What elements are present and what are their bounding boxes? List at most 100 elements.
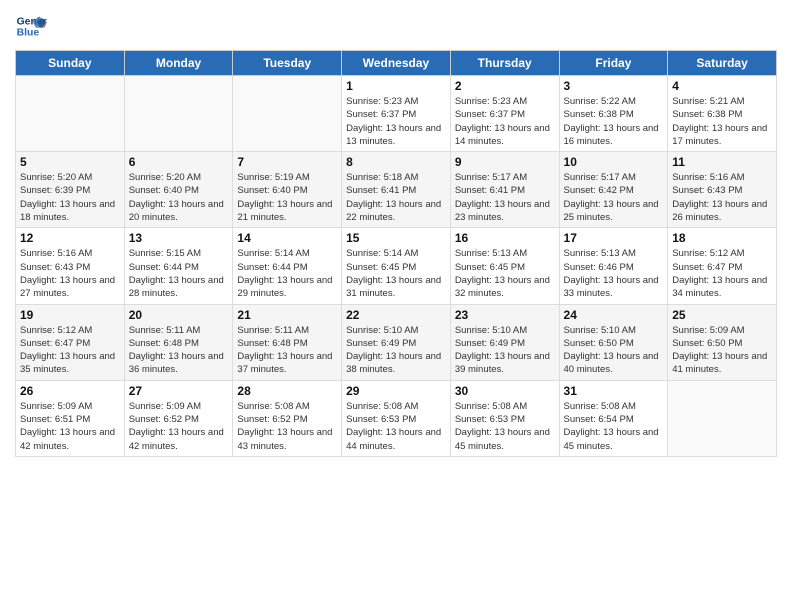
day-number: 7	[237, 155, 337, 169]
day-number: 16	[455, 231, 555, 245]
day-number: 5	[20, 155, 120, 169]
calendar-cell: 2 Sunrise: 5:23 AMSunset: 6:37 PMDaylight…	[450, 76, 559, 152]
day-info: Sunrise: 5:16 AMSunset: 6:43 PMDaylight:…	[20, 247, 120, 300]
day-number: 14	[237, 231, 337, 245]
calendar-week-row: 26 Sunrise: 5:09 AMSunset: 6:51 PMDayligh…	[16, 380, 777, 456]
calendar-cell	[124, 76, 233, 152]
day-info: Sunrise: 5:12 AMSunset: 6:47 PMDaylight:…	[672, 247, 772, 300]
calendar-cell: 20 Sunrise: 5:11 AMSunset: 6:48 PMDayligh…	[124, 304, 233, 380]
day-info: Sunrise: 5:20 AMSunset: 6:40 PMDaylight:…	[129, 171, 229, 224]
day-info: Sunrise: 5:12 AMSunset: 6:47 PMDaylight:…	[20, 324, 120, 377]
calendar-week-row: 1 Sunrise: 5:23 AMSunset: 6:37 PMDaylight…	[16, 76, 777, 152]
weekday-header: Friday	[559, 51, 668, 76]
day-number: 19	[20, 308, 120, 322]
day-number: 3	[564, 79, 664, 93]
day-info: Sunrise: 5:17 AMSunset: 6:41 PMDaylight:…	[455, 171, 555, 224]
day-info: Sunrise: 5:10 AMSunset: 6:50 PMDaylight:…	[564, 324, 664, 377]
weekday-header: Sunday	[16, 51, 125, 76]
day-info: Sunrise: 5:11 AMSunset: 6:48 PMDaylight:…	[129, 324, 229, 377]
calendar-cell: 31 Sunrise: 5:08 AMSunset: 6:54 PMDayligh…	[559, 380, 668, 456]
day-number: 24	[564, 308, 664, 322]
weekday-header: Saturday	[668, 51, 777, 76]
day-number: 9	[455, 155, 555, 169]
calendar-week-row: 12 Sunrise: 5:16 AMSunset: 6:43 PMDayligh…	[16, 228, 777, 304]
calendar-cell: 12 Sunrise: 5:16 AMSunset: 6:43 PMDayligh…	[16, 228, 125, 304]
calendar-cell: 9 Sunrise: 5:17 AMSunset: 6:41 PMDaylight…	[450, 152, 559, 228]
day-info: Sunrise: 5:09 AMSunset: 6:50 PMDaylight:…	[672, 324, 772, 377]
day-number: 2	[455, 79, 555, 93]
calendar-cell: 28 Sunrise: 5:08 AMSunset: 6:52 PMDayligh…	[233, 380, 342, 456]
day-number: 11	[672, 155, 772, 169]
day-number: 30	[455, 384, 555, 398]
page-header: General Blue	[15, 10, 777, 42]
calendar-cell: 15Sunrise: 5:14 AMSunset: 6:45 PMDayligh…	[342, 228, 451, 304]
calendar-cell: 22Sunrise: 5:10 AMSunset: 6:49 PMDayligh…	[342, 304, 451, 380]
calendar-cell: 17Sunrise: 5:13 AMSunset: 6:46 PMDayligh…	[559, 228, 668, 304]
calendar-cell: 10Sunrise: 5:17 AMSunset: 6:42 PMDayligh…	[559, 152, 668, 228]
day-info: Sunrise: 5:13 AMSunset: 6:45 PMDaylight:…	[455, 247, 555, 300]
calendar-week-row: 19 Sunrise: 5:12 AMSunset: 6:47 PMDayligh…	[16, 304, 777, 380]
day-info: Sunrise: 5:08 AMSunset: 6:54 PMDaylight:…	[564, 400, 664, 453]
day-number: 31	[564, 384, 664, 398]
calendar-cell: 18 Sunrise: 5:12 AMSunset: 6:47 PMDayligh…	[668, 228, 777, 304]
day-number: 18	[672, 231, 772, 245]
day-info: Sunrise: 5:08 AMSunset: 6:53 PMDaylight:…	[455, 400, 555, 453]
day-info: Sunrise: 5:11 AMSunset: 6:48 PMDaylight:…	[237, 324, 337, 377]
day-info: Sunrise: 5:20 AMSunset: 6:39 PMDaylight:…	[20, 171, 120, 224]
day-number: 8	[346, 155, 446, 169]
calendar-cell	[233, 76, 342, 152]
calendar-cell: 21 Sunrise: 5:11 AMSunset: 6:48 PMDayligh…	[233, 304, 342, 380]
day-number: 13	[129, 231, 229, 245]
day-number: 26	[20, 384, 120, 398]
day-number: 10	[564, 155, 664, 169]
day-number: 17	[564, 231, 664, 245]
day-info: Sunrise: 5:23 AMSunset: 6:37 PMDaylight:…	[455, 95, 555, 148]
calendar-week-row: 5 Sunrise: 5:20 AMSunset: 6:39 PMDaylight…	[16, 152, 777, 228]
calendar-cell: 5 Sunrise: 5:20 AMSunset: 6:39 PMDaylight…	[16, 152, 125, 228]
day-info: Sunrise: 5:08 AMSunset: 6:52 PMDaylight:…	[237, 400, 337, 453]
calendar-cell: 1 Sunrise: 5:23 AMSunset: 6:37 PMDaylight…	[342, 76, 451, 152]
calendar-cell: 16 Sunrise: 5:13 AMSunset: 6:45 PMDayligh…	[450, 228, 559, 304]
calendar-cell: 13Sunrise: 5:15 AMSunset: 6:44 PMDayligh…	[124, 228, 233, 304]
day-number: 21	[237, 308, 337, 322]
calendar-cell: 29 Sunrise: 5:08 AMSunset: 6:53 PMDayligh…	[342, 380, 451, 456]
calendar-cell: 19 Sunrise: 5:12 AMSunset: 6:47 PMDayligh…	[16, 304, 125, 380]
calendar-cell: 8Sunrise: 5:18 AMSunset: 6:41 PMDaylight…	[342, 152, 451, 228]
day-info: Sunrise: 5:22 AMSunset: 6:38 PMDaylight:…	[564, 95, 664, 148]
day-number: 23	[455, 308, 555, 322]
day-info: Sunrise: 5:14 AMSunset: 6:44 PMDaylight:…	[237, 247, 337, 300]
calendar-cell: 11Sunrise: 5:16 AMSunset: 6:43 PMDayligh…	[668, 152, 777, 228]
day-number: 4	[672, 79, 772, 93]
calendar-cell: 3 Sunrise: 5:22 AMSunset: 6:38 PMDaylight…	[559, 76, 668, 152]
day-number: 22	[346, 308, 446, 322]
calendar-cell: 27Sunrise: 5:09 AMSunset: 6:52 PMDayligh…	[124, 380, 233, 456]
day-info: Sunrise: 5:19 AMSunset: 6:40 PMDaylight:…	[237, 171, 337, 224]
calendar-cell: 7 Sunrise: 5:19 AMSunset: 6:40 PMDaylight…	[233, 152, 342, 228]
calendar-cell	[16, 76, 125, 152]
day-number: 12	[20, 231, 120, 245]
logo: General Blue	[15, 10, 47, 42]
logo-icon: General Blue	[15, 10, 47, 42]
day-number: 20	[129, 308, 229, 322]
day-number: 28	[237, 384, 337, 398]
svg-text:Blue: Blue	[17, 28, 40, 39]
day-info: Sunrise: 5:23 AMSunset: 6:37 PMDaylight:…	[346, 95, 446, 148]
calendar-cell: 14 Sunrise: 5:14 AMSunset: 6:44 PMDayligh…	[233, 228, 342, 304]
day-info: Sunrise: 5:21 AMSunset: 6:38 PMDaylight:…	[672, 95, 772, 148]
weekday-header: Tuesday	[233, 51, 342, 76]
calendar-header-row: SundayMondayTuesdayWednesdayThursdayFrid…	[16, 51, 777, 76]
calendar-table: SundayMondayTuesdayWednesdayThursdayFrid…	[15, 50, 777, 457]
calendar-cell: 24 Sunrise: 5:10 AMSunset: 6:50 PMDayligh…	[559, 304, 668, 380]
day-number: 6	[129, 155, 229, 169]
day-info: Sunrise: 5:09 AMSunset: 6:51 PMDaylight:…	[20, 400, 120, 453]
day-number: 25	[672, 308, 772, 322]
calendar-cell: 30 Sunrise: 5:08 AMSunset: 6:53 PMDayligh…	[450, 380, 559, 456]
day-number: 27	[129, 384, 229, 398]
day-number: 1	[346, 79, 446, 93]
calendar-cell: 23Sunrise: 5:10 AMSunset: 6:49 PMDayligh…	[450, 304, 559, 380]
day-number: 29	[346, 384, 446, 398]
day-info: Sunrise: 5:08 AMSunset: 6:53 PMDaylight:…	[346, 400, 446, 453]
weekday-header: Thursday	[450, 51, 559, 76]
weekday-header: Wednesday	[342, 51, 451, 76]
calendar-cell: 4 Sunrise: 5:21 AMSunset: 6:38 PMDaylight…	[668, 76, 777, 152]
